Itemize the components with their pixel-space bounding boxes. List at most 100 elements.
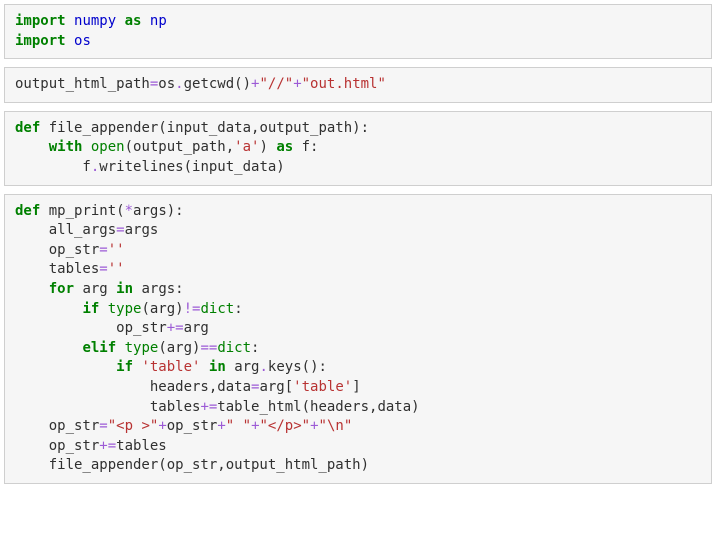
- code-line: op_str="<p >"+op_str+" "+"</p>"+"\n": [15, 417, 701, 437]
- code-token: mp_print(: [40, 203, 124, 219]
- code-line: op_str='': [15, 241, 701, 261]
- code-token: import: [15, 13, 66, 29]
- code-token: all_args: [15, 222, 116, 238]
- code-token: !=: [184, 301, 201, 317]
- code-token: =: [99, 418, 107, 434]
- code-line: file_appender(op_str,output_html_path): [15, 456, 701, 476]
- code-token: :: [234, 301, 242, 317]
- code-token: args):: [133, 203, 184, 219]
- code-token: +: [251, 418, 259, 434]
- code-cell[interactable]: def file_appender(input_data,output_path…: [4, 111, 712, 186]
- code-token: getcwd(): [184, 76, 251, 92]
- code-token: " ": [226, 418, 251, 434]
- code-token: ]: [352, 379, 360, 395]
- code-token: .: [175, 76, 183, 92]
- code-token: if: [82, 301, 99, 317]
- code-token: arg: [184, 320, 209, 336]
- code-line: if type(arg)!=dict:: [15, 300, 701, 320]
- code-token: [200, 359, 208, 375]
- code-line: with open(output_path,'a') as f:: [15, 138, 701, 158]
- code-token: 'a': [234, 139, 259, 155]
- code-token: f: [15, 159, 91, 175]
- code-token: def: [15, 203, 40, 219]
- code-token: '': [108, 242, 125, 258]
- code-line: import numpy as np: [15, 12, 701, 32]
- code-token: op_str: [167, 418, 218, 434]
- code-token: file_appender(input_data,output_path):: [40, 120, 369, 136]
- code-token: op_str: [15, 418, 99, 434]
- code-line: op_str+=tables: [15, 437, 701, 457]
- code-token: def: [15, 120, 40, 136]
- code-token: as: [125, 13, 142, 29]
- code-line: if 'table' in arg.keys():: [15, 358, 701, 378]
- code-token: for: [49, 281, 74, 297]
- code-token: ": [319, 418, 327, 434]
- code-token: np: [150, 13, 167, 29]
- code-token: =: [116, 222, 124, 238]
- code-token: args: [125, 222, 159, 238]
- code-token: type: [125, 340, 159, 356]
- code-token: dict: [217, 340, 251, 356]
- code-token: headers,data: [15, 379, 251, 395]
- code-token: type: [108, 301, 142, 317]
- code-token: arg[: [259, 379, 293, 395]
- code-token: +: [217, 418, 225, 434]
- code-token: numpy: [74, 13, 116, 29]
- code-token: (arg): [141, 301, 183, 317]
- code-token: [15, 301, 82, 317]
- code-token: in: [209, 359, 226, 375]
- code-token: tables: [15, 399, 200, 415]
- code-token: args:: [133, 281, 184, 297]
- code-token: if: [116, 359, 133, 375]
- code-line: elif type(arg)==dict:: [15, 339, 701, 359]
- code-token: 'table': [141, 359, 200, 375]
- code-token: ": [344, 418, 352, 434]
- code-token: +=: [167, 320, 184, 336]
- code-token: "<p >": [108, 418, 159, 434]
- code-token: as: [276, 139, 293, 155]
- code-token: ): [259, 139, 276, 155]
- code-token: +: [158, 418, 166, 434]
- code-line: def file_appender(input_data,output_path…: [15, 119, 701, 139]
- code-token: table_html(headers,data): [217, 399, 419, 415]
- code-token: f:: [293, 139, 318, 155]
- code-token: +: [293, 76, 301, 92]
- code-cell[interactable]: def mp_print(*args): all_args=args op_st…: [4, 194, 712, 484]
- code-line: output_html_path=os.getcwd()+"//"+"out.h…: [15, 75, 701, 95]
- code-token: =: [99, 261, 107, 277]
- code-token: file_appender(op_str,output_html_path): [15, 457, 369, 473]
- code-token: open: [91, 139, 125, 155]
- code-token: os: [158, 76, 175, 92]
- code-token: [15, 281, 49, 297]
- code-token: ==: [200, 340, 217, 356]
- code-line: def mp_print(*args):: [15, 202, 701, 222]
- code-line: import os: [15, 32, 701, 52]
- code-token: writelines(input_data): [99, 159, 284, 175]
- code-line: tables+=table_html(headers,data): [15, 398, 701, 418]
- code-token: (arg): [158, 340, 200, 356]
- code-token: [82, 139, 90, 155]
- code-token: "out.html": [302, 76, 386, 92]
- code-token: [66, 13, 74, 29]
- code-token: tables: [116, 438, 167, 454]
- code-token: in: [116, 281, 133, 297]
- code-token: "</p>": [260, 418, 311, 434]
- code-line: for arg in args:: [15, 280, 701, 300]
- code-token: keys():: [268, 359, 327, 375]
- code-token: *: [125, 203, 133, 219]
- code-token: op_str: [15, 438, 99, 454]
- code-token: (output_path,: [125, 139, 235, 155]
- code-token: .: [259, 359, 267, 375]
- code-token: dict: [200, 301, 234, 317]
- code-token: tables: [15, 261, 99, 277]
- code-line: op_str+=arg: [15, 319, 701, 339]
- code-token: import: [15, 33, 66, 49]
- code-token: [99, 301, 107, 317]
- code-cell[interactable]: output_html_path=os.getcwd()+"//"+"out.h…: [4, 67, 712, 103]
- code-cell[interactable]: import numpy as npimport os: [4, 4, 712, 59]
- code-token: +: [310, 418, 318, 434]
- code-token: output_html_path: [15, 76, 150, 92]
- code-token: [141, 13, 149, 29]
- code-line: headers,data=arg['table']: [15, 378, 701, 398]
- code-line: all_args=args: [15, 221, 701, 241]
